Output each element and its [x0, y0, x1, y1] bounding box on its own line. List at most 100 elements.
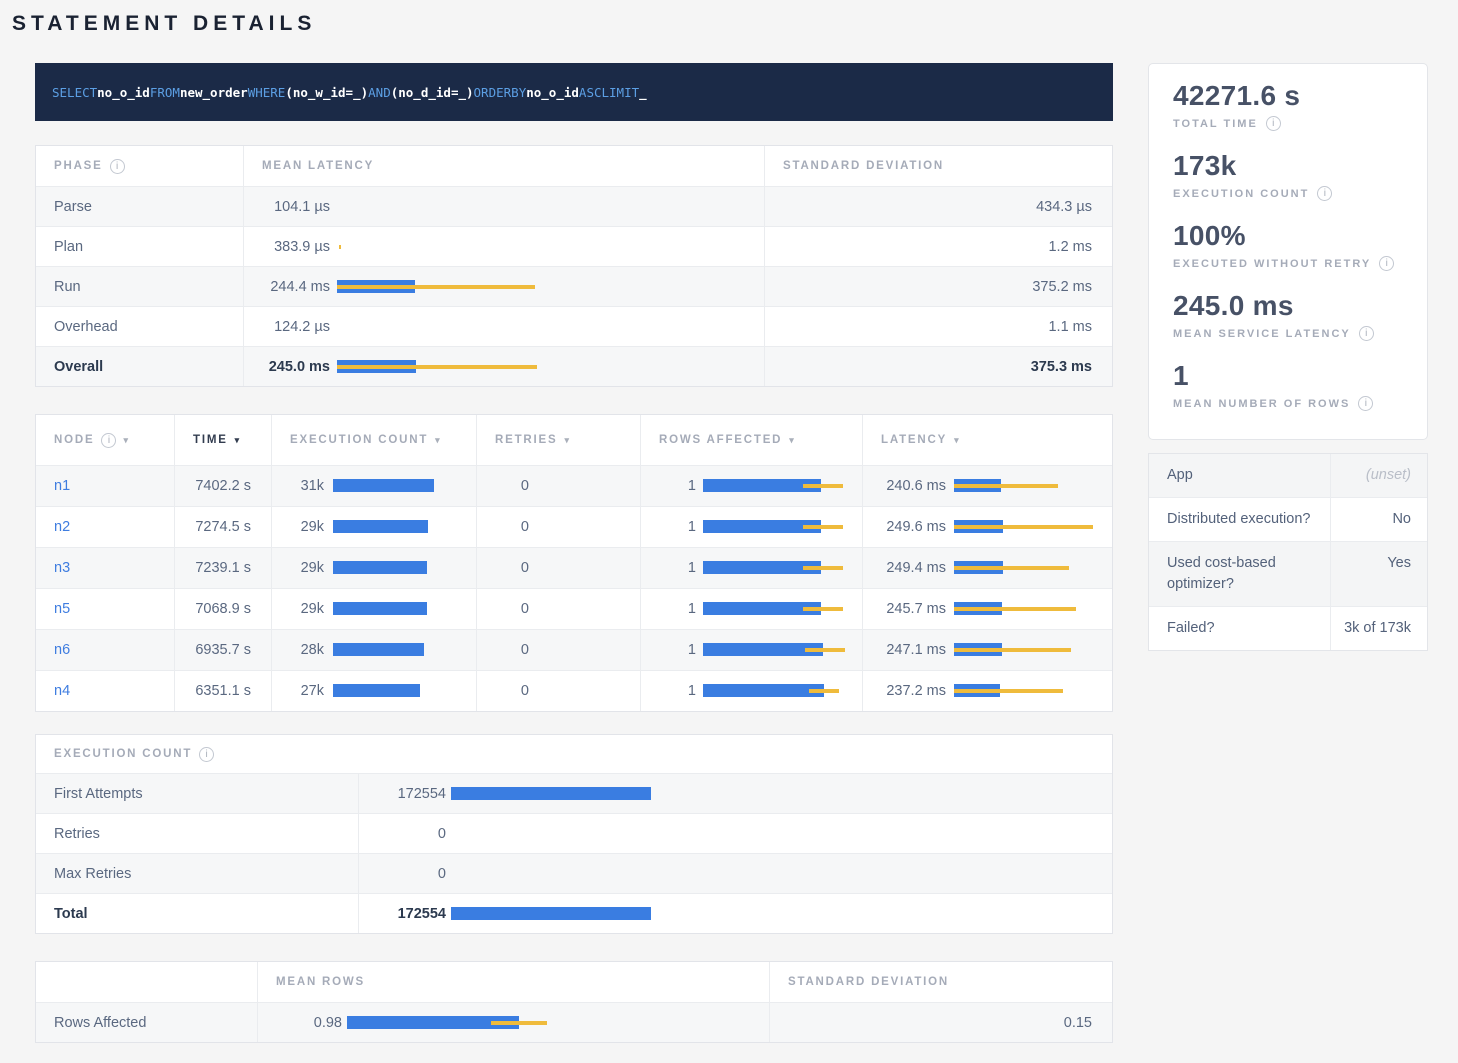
- node-link[interactable]: n5: [54, 601, 70, 617]
- sort-icon[interactable]: [235, 435, 240, 446]
- table-row: Total 172554: [36, 893, 1112, 933]
- count-value: 0: [359, 866, 446, 882]
- phase-label: Plan: [36, 227, 243, 266]
- sort-icon[interactable]: [435, 435, 440, 446]
- time-column-header[interactable]: TIME: [174, 415, 271, 465]
- table-row: Max Retries 0: [36, 853, 1112, 893]
- node-link[interactable]: n2: [54, 519, 70, 535]
- mean-latency-value: 124.2 µs: [244, 319, 330, 335]
- std-dev-value: 434.3 µs: [764, 187, 1112, 226]
- attribute-label: Failed?: [1149, 607, 1331, 650]
- row-label: Max Retries: [36, 854, 358, 893]
- latency-bar: [954, 520, 1112, 534]
- mean-latency-value: 245.0 ms: [244, 359, 330, 375]
- count-bar: [451, 787, 1112, 801]
- rows-affected-value: 1: [641, 683, 696, 699]
- execution-count-value: 29k: [272, 560, 324, 576]
- latency-column-header[interactable]: LATENCY: [862, 415, 1112, 465]
- sql-statement: SELECT no_o_id FROM new_order WHERE (no_…: [35, 63, 1113, 121]
- latency-bar: [954, 602, 1112, 616]
- info-icon[interactable]: [1359, 326, 1374, 341]
- rows-affected-bar: [703, 561, 862, 575]
- node-link[interactable]: n6: [54, 642, 70, 658]
- execution-count-value: 28k: [272, 642, 324, 658]
- execution-count-bar: [333, 479, 476, 493]
- attribute-value: (unset): [1331, 454, 1427, 497]
- latency-bar: [337, 360, 764, 374]
- count-value: 172554: [359, 786, 446, 802]
- rows-affected-bar: [703, 479, 862, 493]
- table-row: First Attempts 172554: [36, 773, 1112, 813]
- table-row: Rows Affected 0.98 0.15: [36, 1002, 1112, 1042]
- sql-keyword: BY: [511, 85, 526, 100]
- info-icon[interactable]: [1379, 256, 1394, 271]
- table-row: n2 7274.5 s 29k 0 1 249.6 ms: [36, 506, 1112, 547]
- execution-count-value: 27k: [272, 683, 324, 699]
- count-bar: [451, 867, 1112, 881]
- statement-attributes-panel: App (unset) Distributed execution? No Us…: [1148, 453, 1428, 651]
- sql-keyword: LIMIT: [602, 85, 640, 100]
- table-row: n4 6351.1 s 27k 0 1 237.2 ms: [36, 670, 1112, 711]
- sql-identifier: (no_w_id: [285, 85, 345, 100]
- rows-affected-column-header[interactable]: ROWS AFFECTED: [640, 415, 862, 465]
- execution-count-table: EXECUTION COUNT First Attempts 172554 Re…: [35, 734, 1113, 934]
- info-icon[interactable]: [199, 747, 214, 762]
- table-row: Parse 104.1 µs 434.3 µs: [36, 186, 1112, 226]
- mean-latency-value: 104.1 µs: [244, 199, 330, 215]
- attribute-value: Yes: [1331, 542, 1427, 606]
- stat-total-time: 42271.6 s TOTAL TIME: [1173, 80, 1403, 131]
- stat-mean-number-of-rows: 1 MEAN NUMBER OF ROWS: [1173, 360, 1403, 411]
- sort-icon[interactable]: [564, 435, 569, 446]
- attribute-value: No: [1331, 498, 1427, 541]
- row-label: Total: [36, 894, 358, 933]
- retries-value: 0: [477, 601, 529, 617]
- info-icon[interactable]: [110, 159, 125, 174]
- sort-icon[interactable]: [123, 435, 128, 446]
- row-label: Rows Affected: [36, 1003, 257, 1042]
- table-row: Plan 383.9 µs 1.2 ms: [36, 226, 1112, 266]
- latency-bar: [337, 320, 764, 334]
- info-icon[interactable]: [1317, 186, 1332, 201]
- sort-icon[interactable]: [789, 435, 794, 446]
- stat-executed-without-retry: 100% EXECUTED WITHOUT RETRY: [1173, 220, 1403, 271]
- sql-identifier: =: [346, 85, 354, 100]
- node-stats-table: NODE TIME EXECUTION COUNT RETRIES: [35, 414, 1113, 712]
- execution-count-value: 29k: [272, 519, 324, 535]
- latency-bar: [954, 561, 1112, 575]
- execution-count-column-header[interactable]: EXECUTION COUNT: [271, 415, 476, 465]
- time-value: 7239.1 s: [174, 548, 271, 588]
- sql-identifier: _): [458, 85, 473, 100]
- node-link[interactable]: n1: [54, 478, 70, 494]
- attribute-row: Failed? 3k of 173k: [1149, 606, 1427, 650]
- latency-value: 249.6 ms: [863, 519, 946, 535]
- count-bar: [451, 827, 1112, 841]
- info-icon[interactable]: [101, 433, 116, 448]
- retries-column-header[interactable]: RETRIES: [476, 415, 640, 465]
- latency-value: 240.6 ms: [863, 478, 946, 494]
- node-link[interactable]: n3: [54, 560, 70, 576]
- retries-value: 0: [477, 642, 529, 658]
- sort-icon[interactable]: [954, 435, 959, 446]
- rows-affected-value: 1: [641, 478, 696, 494]
- time-value: 6935.7 s: [174, 630, 271, 670]
- rows-affected-value: 1: [641, 560, 696, 576]
- std-dev-value: 375.3 ms: [764, 347, 1112, 386]
- time-value: 7274.5 s: [174, 507, 271, 547]
- latency-bar: [954, 684, 1112, 698]
- time-value: 6351.1 s: [174, 671, 271, 711]
- phase-label: Overall: [36, 347, 243, 386]
- latency-value: 247.1 ms: [863, 642, 946, 658]
- table-row: n1 7402.2 s 31k 0 1 240.6 ms: [36, 465, 1112, 506]
- info-icon[interactable]: [1358, 396, 1373, 411]
- node-column-header[interactable]: NODE: [36, 415, 174, 465]
- sql-keyword: ORDER: [474, 85, 512, 100]
- node-link[interactable]: n4: [54, 683, 70, 699]
- std-dev-value: 0.15: [769, 1003, 1112, 1042]
- sql-identifier: _): [353, 85, 368, 100]
- execution-count-bar: [333, 684, 476, 698]
- rows-affected-value: 1: [641, 642, 696, 658]
- info-icon[interactable]: [1266, 116, 1281, 131]
- time-value: 7402.2 s: [174, 466, 271, 506]
- mean-latency-value: 383.9 µs: [244, 239, 330, 255]
- rows-affected-bar: [703, 684, 862, 698]
